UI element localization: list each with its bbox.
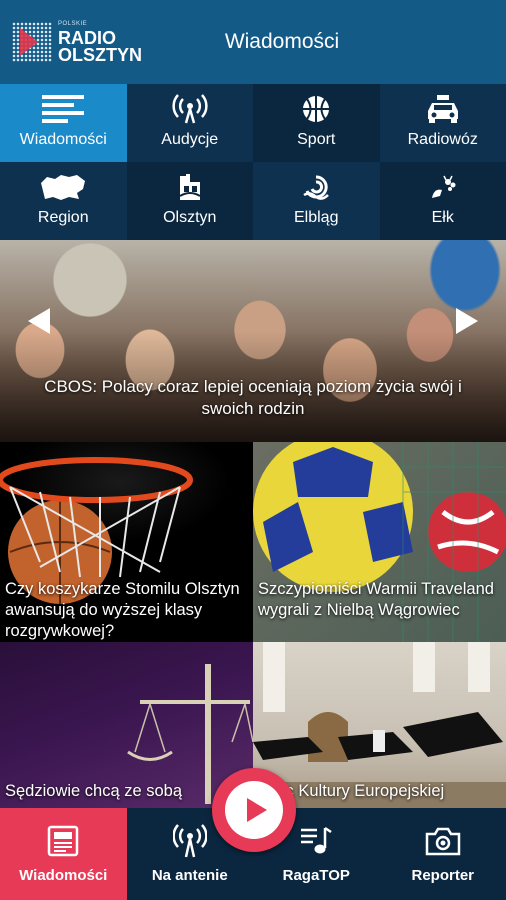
- nav-label: Na antenie: [151, 867, 228, 884]
- category-label: Audycje: [161, 131, 219, 148]
- nav-label: Wiadomości: [19, 867, 108, 884]
- elk-icon: [380, 172, 506, 202]
- news-tile-caption: Sędziowie chcą ze sobą: [5, 782, 183, 800]
- category-label: Sport: [297, 131, 336, 148]
- olsztyn-city-icon: [127, 172, 254, 202]
- category-audycje[interactable]: Audycje: [126, 84, 254, 162]
- nav-wiadomosci[interactable]: Wiadomości: [0, 808, 127, 900]
- newspaper-icon: [0, 824, 127, 858]
- basketball-icon: [253, 94, 380, 124]
- play-icon: [247, 798, 267, 822]
- car-icon: [380, 94, 506, 124]
- category-label: Wiadomości: [19, 131, 107, 148]
- news-tile[interactable]: Czy koszykarze Stomilu Olsztyn awansują …: [0, 442, 253, 642]
- category-label: Radiowóz: [407, 131, 478, 148]
- elblag-icon: [253, 172, 380, 202]
- category-region[interactable]: Region: [0, 162, 127, 240]
- category-elk[interactable]: Ełk: [379, 162, 506, 240]
- app-header: POLSKIE RADIO OLSZTYN Wiadomości: [0, 0, 506, 84]
- radio-olsztyn-logo[interactable]: POLSKIE RADIO OLSZTYN: [12, 18, 144, 66]
- category-label: Olsztyn: [163, 209, 217, 226]
- hero-caption[interactable]: CBOS: Polacy coraz lepiej oceniają pozio…: [18, 376, 488, 420]
- play-button-circle: [225, 781, 283, 839]
- next-arrow-icon[interactable]: [456, 308, 478, 334]
- category-label: Ełk: [431, 209, 454, 226]
- broadcast-icon: [127, 94, 254, 124]
- news-tile-caption: Szczypiomiści Warmii Traveland wygrali z…: [258, 580, 494, 619]
- news-tile[interactable]: rbiec Kultury Europejskiej: [253, 642, 506, 812]
- region-map-icon: [0, 172, 127, 202]
- camera-icon: [380, 824, 506, 858]
- category-label: Region: [37, 209, 89, 226]
- category-grid: Wiadomości Audycje Sport Radiowóz Region…: [0, 84, 506, 240]
- news-tile[interactable]: Sędziowie chcą ze sobą: [0, 642, 253, 812]
- category-label: Elbląg: [294, 209, 339, 226]
- news-tile[interactable]: Szczypiomiści Warmii Traveland wygrali z…: [253, 442, 506, 642]
- page-title: Wiadomości: [224, 30, 340, 53]
- live-play-button[interactable]: [212, 768, 296, 852]
- nav-reporter[interactable]: Reporter: [380, 808, 506, 900]
- logo-line-2: OLSZTYN: [58, 45, 142, 65]
- nav-label: Reporter: [411, 867, 474, 884]
- category-elblag[interactable]: Elbląg: [253, 162, 380, 240]
- logo-arrow-icon: [20, 28, 38, 56]
- category-radiowoz[interactable]: Radiowóz: [379, 84, 506, 162]
- nav-label: RagaTOP: [282, 867, 350, 884]
- news-tile-caption: Czy koszykarze Stomilu Olsztyn awansują …: [5, 580, 240, 640]
- news-lines-icon: [0, 94, 127, 124]
- logo-small-text: POLSKIE: [58, 21, 88, 27]
- category-wiadomosci[interactable]: Wiadomości: [0, 84, 127, 162]
- previous-arrow-icon[interactable]: [28, 308, 50, 334]
- category-olsztyn[interactable]: Olsztyn: [126, 162, 254, 240]
- category-sport[interactable]: Sport: [253, 84, 380, 162]
- hero-slider[interactable]: CBOS: Polacy coraz lepiej oceniają pozio…: [0, 240, 506, 442]
